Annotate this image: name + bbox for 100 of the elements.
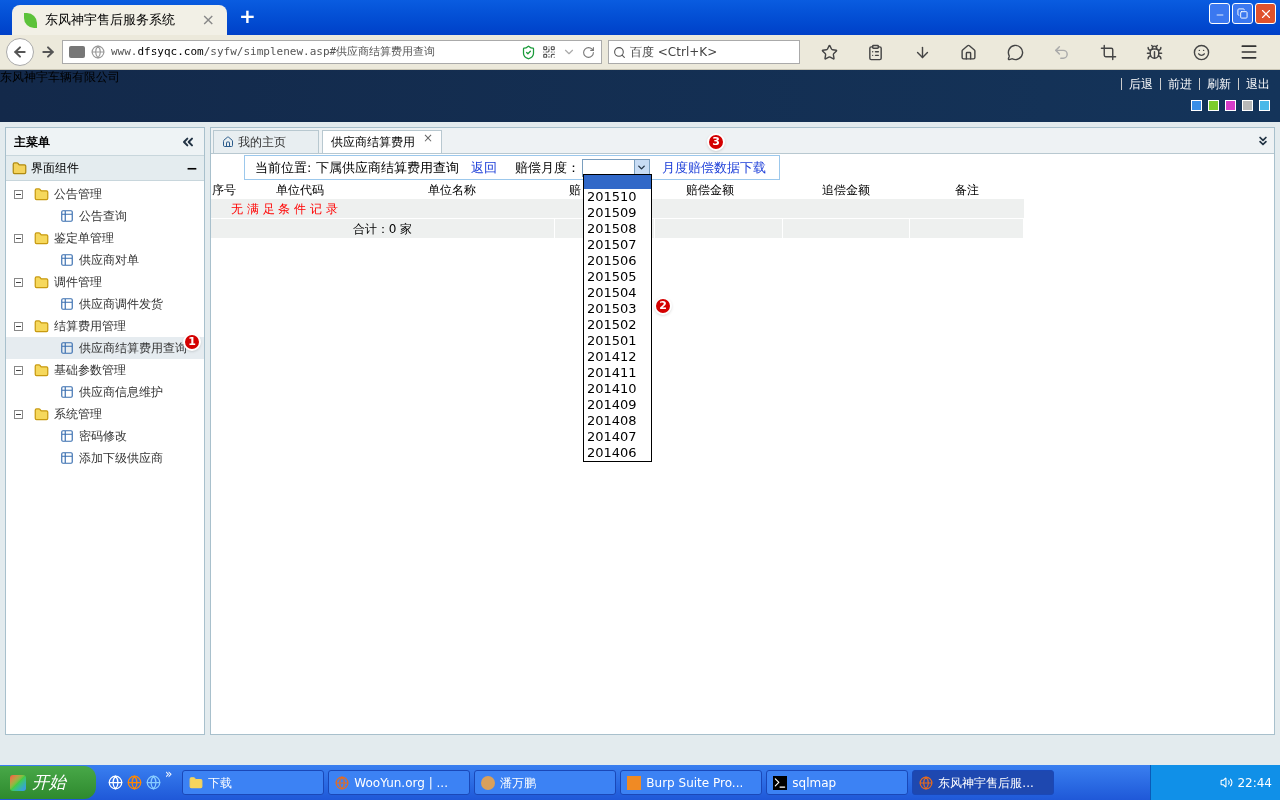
task-label: WooYun.org | ... [354, 774, 448, 792]
search-field[interactable]: 百度 <Ctrl+K> [608, 40, 800, 64]
month-option[interactable]: 201509 [584, 205, 651, 221]
page-tab[interactable]: 我的主页 [213, 130, 319, 153]
theme-swatch[interactable] [1259, 100, 1270, 111]
page-tab[interactable]: 供应商结算费用 × [322, 130, 442, 153]
expander-icon[interactable] [14, 365, 23, 375]
tree-item-label: 公告查询 [79, 208, 127, 225]
new-tab-button[interactable]: + [239, 1, 256, 31]
site-logo-icon [24, 12, 37, 28]
header-link[interactable]: 刷新 [1207, 75, 1231, 93]
empty-message: 无 满 足 条 件 记 录 [231, 200, 338, 218]
column-header: 序号 [212, 183, 236, 197]
reload-icon[interactable] [582, 45, 595, 59]
theme-swatch[interactable] [1208, 100, 1219, 111]
app-icon [627, 775, 642, 790]
forward-button[interactable] [40, 44, 56, 60]
company-name: 东风神宇车辆有限公司 [0, 70, 120, 86]
expander-icon[interactable] [14, 409, 23, 419]
header-link[interactable]: 退出 [1246, 75, 1270, 93]
tree-item[interactable]: 供应商调件发货 [6, 293, 204, 315]
month-option[interactable]: 201412 [584, 349, 651, 365]
browser-tab[interactable]: 东风神宇售后服务系统 × [12, 5, 227, 35]
close-tab-button[interactable]: × [422, 131, 433, 145]
month-option[interactable]: 201507 [584, 237, 651, 253]
folder-icon [34, 318, 49, 334]
download-link[interactable]: 月度赔偿数据下载 [661, 157, 766, 178]
column-header: 单位名称 [428, 183, 476, 197]
bug-icon[interactable] [1146, 43, 1164, 61]
tree-item[interactable]: 公告查询 [6, 205, 204, 227]
month-option[interactable]: 201505 [584, 269, 651, 285]
expander-icon[interactable] [14, 321, 23, 331]
tree-item-label: 密码修改 [79, 428, 127, 445]
month-option[interactable]: 201508 [584, 221, 651, 237]
month-option[interactable]: 201407 [584, 429, 651, 445]
table-icon [60, 341, 74, 355]
month-option[interactable]: 201501 [584, 333, 651, 349]
column-header: 备注 [955, 183, 979, 197]
expander-icon[interactable] [14, 233, 23, 243]
task-label: 下载 [208, 774, 233, 792]
header-link[interactable]: 前进 [1168, 75, 1192, 93]
tree-item[interactable]: 密码修改 [6, 425, 204, 447]
taskbar-button[interactable]: WooYun.org | ... [328, 770, 471, 795]
quick-launch-icon[interactable] [146, 775, 161, 790]
restore-button[interactable] [1232, 3, 1253, 24]
tree-folder[interactable]: 鉴定单管理 [54, 229, 114, 247]
chat-bubble-icon[interactable] [1006, 43, 1024, 61]
theme-swatch[interactable] [1191, 100, 1202, 111]
tree-folder[interactable]: 公告管理 [54, 185, 102, 203]
url-field[interactable]: www.dfsyqc.com/syfw/simplenew.asp#供应商结算费用查询 [62, 40, 602, 64]
month-option[interactable]: 201406 [584, 445, 651, 461]
start-label: 开始 [32, 770, 66, 794]
month-option[interactable]: 201502 [584, 317, 651, 333]
collapse-sign[interactable]: − [186, 157, 198, 179]
folder-icon [189, 775, 204, 790]
month-option[interactable]: 201409 [584, 397, 651, 413]
clipboard-icon[interactable] [867, 43, 885, 61]
folder-icon [12, 160, 27, 176]
more-button[interactable]: » [165, 765, 173, 783]
theme-swatch[interactable] [1242, 100, 1253, 111]
smiley-icon[interactable] [1192, 43, 1210, 61]
crop-icon[interactable] [1099, 43, 1117, 61]
tree-item[interactable]: 供应商对单 [6, 249, 204, 271]
tree-folder[interactable]: 调件管理 [54, 273, 102, 291]
start-button[interactable]: 开始 [0, 766, 96, 799]
home-icon[interactable] [960, 43, 978, 61]
tree-folder[interactable]: 结算费用管理 [54, 317, 126, 335]
month-option[interactable]: 201408 [584, 413, 651, 429]
tree-folder[interactable]: 系统管理 [54, 405, 102, 423]
speaker-icon[interactable] [1220, 776, 1234, 789]
minimize-button[interactable] [1209, 3, 1230, 24]
tab-menu-icon[interactable] [1256, 134, 1270, 148]
expander-icon[interactable] [14, 277, 23, 287]
back-button[interactable] [6, 38, 34, 66]
month-option[interactable]: 201506 [584, 253, 651, 269]
taskbar-button[interactable]: 潘万鹏 [474, 770, 617, 795]
close-window-button[interactable] [1255, 3, 1276, 24]
tree-folder[interactable]: 基础参数管理 [54, 361, 126, 379]
month-option[interactable]: 201411 [584, 365, 651, 381]
month-option[interactable]: 201410 [584, 381, 651, 397]
header-link[interactable]: 后退 [1129, 75, 1153, 93]
total-cell: 合计：0 家 [211, 219, 554, 238]
taskbar-button[interactable]: sqlmap [766, 770, 909, 795]
tree-item[interactable]: 添加下级供应商 [6, 447, 204, 469]
taskbar-button[interactable]: 下载 [182, 770, 325, 795]
month-option[interactable]: 201504 [584, 285, 651, 301]
month-option[interactable]: 201503 [584, 301, 651, 317]
taskbar-button[interactable]: Burp Suite Pro... [620, 770, 763, 795]
back-link[interactable]: 返回 [470, 157, 497, 178]
tab-title: 东风神宇售后服务系统 [45, 11, 176, 30]
month-option[interactable]: 201510 [584, 189, 651, 205]
taskbar-button[interactable]: 东风神宇售后服... [912, 770, 1055, 795]
windows-logo-icon [10, 774, 26, 791]
page-icon [69, 46, 85, 58]
tree-item[interactable]: 供应商信息维护 [6, 381, 204, 403]
folder-icon [34, 186, 49, 202]
theme-swatch[interactable] [1225, 100, 1236, 111]
expander-icon[interactable] [14, 189, 23, 199]
section-header[interactable]: 界面组件 − [6, 156, 204, 181]
bookmark-star-icon[interactable] [820, 43, 838, 61]
